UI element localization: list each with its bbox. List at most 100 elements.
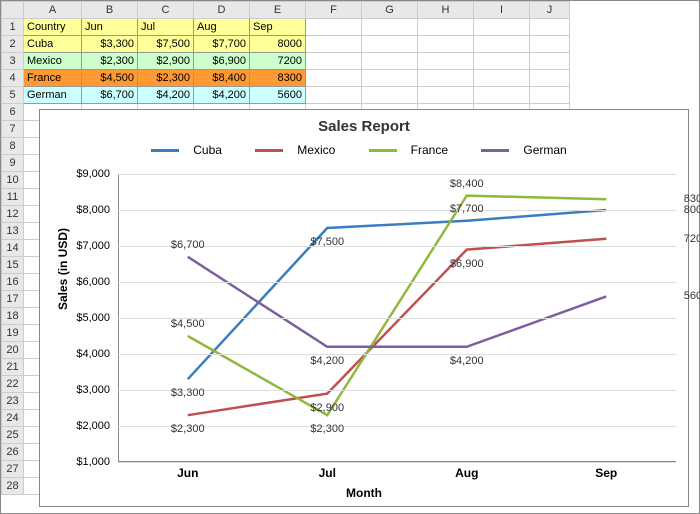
row-header-8[interactable]: 8 [2,138,24,155]
row-1[interactable]: 1 Country Jun Jul Aug Sep [2,19,570,36]
row-header-28[interactable]: 28 [2,478,24,495]
cell-D2[interactable]: $7,700 [194,36,250,53]
row-5[interactable]: 5 German $6,700 $4,200 $4,200 5600 [2,87,570,104]
row-header-10[interactable]: 10 [2,172,24,189]
row-4[interactable]: 4 France $4,500 $2,300 $8,400 8300 [2,70,570,87]
y-tick-label: $6,000 [60,276,110,288]
gridline [118,210,676,211]
row-header-23[interactable]: 23 [2,393,24,410]
row-header-26[interactable]: 26 [2,444,24,461]
corner-cell[interactable] [2,2,24,19]
col-header-I[interactable]: I [474,2,530,19]
cell-C2[interactable]: $7,500 [138,36,194,53]
cell-E1[interactable]: Sep [250,19,306,36]
y-tick-label: $5,000 [60,312,110,324]
col-header-D[interactable]: D [194,2,250,19]
gridline [118,462,676,463]
col-header-G[interactable]: G [362,2,418,19]
legend-label-france: France [411,143,448,157]
legend-label-german: German [523,143,566,157]
cell-D4[interactable]: $8,400 [194,70,250,87]
col-header-C[interactable]: C [138,2,194,19]
data-label: $3,300 [171,387,205,399]
cell-A4[interactable]: France [24,70,82,87]
cell-E2[interactable]: 8000 [250,36,306,53]
data-label: $4,200 [450,355,484,367]
row-header-20[interactable]: 20 [2,342,24,359]
series-line-france [188,196,607,416]
col-header-B[interactable]: B [82,2,138,19]
row-2[interactable]: 2 Cuba $3,300 $7,500 $7,700 8000 [2,36,570,53]
y-tick-label: $3,000 [60,384,110,396]
data-label: $2,300 [310,423,344,435]
cell-A2[interactable]: Cuba [24,36,82,53]
row-header-27[interactable]: 27 [2,461,24,478]
y-tick-label: $9,000 [60,168,110,180]
cell-A1[interactable]: Country [24,19,82,36]
gridline [118,174,676,175]
col-header-A[interactable]: A [24,2,82,19]
cell-C4[interactable]: $2,300 [138,70,194,87]
data-label: $6,900 [450,258,484,270]
cell-D3[interactable]: $6,900 [194,53,250,70]
gridline [118,354,676,355]
data-label: $2,300 [171,423,205,435]
row-header-3[interactable]: 3 [2,53,24,70]
row-header-6[interactable]: 6 [2,104,24,121]
row-header-4[interactable]: 4 [2,70,24,87]
row-header-15[interactable]: 15 [2,257,24,274]
y-tick-label: $1,000 [60,456,110,468]
row-header-5[interactable]: 5 [2,87,24,104]
data-label: $4,200 [310,355,344,367]
y-tick-label: $8,000 [60,204,110,216]
row-3[interactable]: 3 Mexico $2,300 $2,900 $6,900 7200 [2,53,570,70]
col-header-E[interactable]: E [250,2,306,19]
row-header-21[interactable]: 21 [2,359,24,376]
cell-B3[interactable]: $2,300 [82,53,138,70]
chart[interactable]: Sales Report Cuba Mexico France German S… [39,109,689,507]
col-header-F[interactable]: F [306,2,362,19]
row-header-17[interactable]: 17 [2,291,24,308]
legend-swatch-france [369,149,397,152]
col-header-H[interactable]: H [418,2,474,19]
x-tick-label: Jul [319,466,336,480]
y-tick-label: $7,000 [60,240,110,252]
cell-A5[interactable]: German [24,87,82,104]
cell-E4[interactable]: 8300 [250,70,306,87]
row-header-19[interactable]: 19 [2,325,24,342]
row-header-13[interactable]: 13 [2,223,24,240]
legend-label-mexico: Mexico [297,143,335,157]
cell-E5[interactable]: 5600 [250,87,306,104]
row-header-11[interactable]: 11 [2,189,24,206]
cell-C1[interactable]: Jul [138,19,194,36]
row-header-14[interactable]: 14 [2,240,24,257]
cell-B1[interactable]: Jun [82,19,138,36]
row-header-2[interactable]: 2 [2,36,24,53]
row-header-18[interactable]: 18 [2,308,24,325]
cell-D5[interactable]: $4,200 [194,87,250,104]
cell-B5[interactable]: $6,700 [82,87,138,104]
row-header-22[interactable]: 22 [2,376,24,393]
row-header-12[interactable]: 12 [2,206,24,223]
x-axis-label: Month [40,486,688,500]
series-line-german [188,257,607,347]
cell-A3[interactable]: Mexico [24,53,82,70]
data-label: $6,700 [171,239,205,251]
x-tick-label: Jun [177,466,198,480]
row-header-24[interactable]: 24 [2,410,24,427]
cell-D1[interactable]: Aug [194,19,250,36]
row-header-1[interactable]: 1 [2,19,24,36]
cell-E3[interactable]: 7200 [250,53,306,70]
row-header-7[interactable]: 7 [2,121,24,138]
col-header-J[interactable]: J [530,2,570,19]
cell-B2[interactable]: $3,300 [82,36,138,53]
row-header-25[interactable]: 25 [2,427,24,444]
cell-C5[interactable]: $4,200 [138,87,194,104]
cell-B4[interactable]: $4,500 [82,70,138,87]
row-header-9[interactable]: 9 [2,155,24,172]
chart-title: Sales Report [40,110,688,139]
y-tick-label: $2,000 [60,420,110,432]
cell-C3[interactable]: $2,900 [138,53,194,70]
x-tick-label: Aug [455,466,478,480]
row-header-16[interactable]: 16 [2,274,24,291]
